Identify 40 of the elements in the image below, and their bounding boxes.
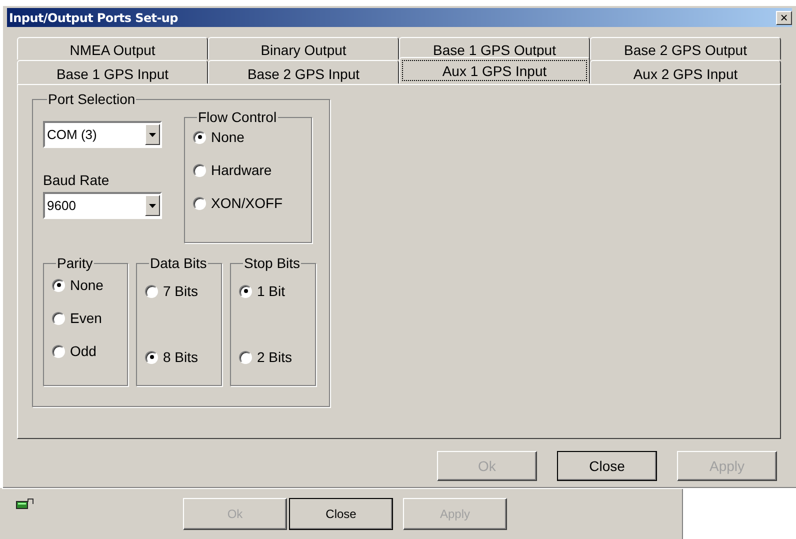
close-button[interactable]: ×	[776, 10, 792, 24]
window-title: Input/Output Ports Set-up	[9, 10, 178, 24]
tab[interactable]: NMEA Output	[17, 37, 208, 60]
radio-button[interactable]	[145, 284, 158, 298]
tab[interactable]: Aux 2 GPS Input	[590, 60, 781, 84]
radio-label: None	[211, 129, 244, 145]
radio-button[interactable]	[193, 130, 206, 144]
network-icon	[16, 498, 34, 510]
radio-label: 7 Bits	[163, 283, 198, 299]
radio-label: Odd	[70, 343, 96, 359]
tab[interactable]: Base 1 GPS Input	[17, 60, 208, 84]
radio-label: 8 Bits	[163, 349, 198, 365]
radio-button[interactable]	[193, 164, 206, 176]
radio-button[interactable]	[239, 284, 252, 298]
radio-label: Hardware	[211, 162, 272, 178]
radio-button[interactable]	[52, 344, 65, 358]
tab[interactable]: Aux 1 GPS Input	[399, 57, 590, 84]
group-title: Data Bits	[149, 255, 208, 271]
dialog-button[interactable]: Close	[557, 451, 657, 481]
radio-button[interactable]	[145, 350, 158, 364]
group-title: Port Selection	[47, 91, 136, 107]
dialog-button[interactable]: Close	[289, 498, 393, 530]
dropdown-field[interactable]: COM (3)	[43, 121, 162, 148]
radio-button[interactable]	[239, 350, 252, 364]
tab[interactable]: Base 2 GPS Input	[208, 60, 399, 84]
radio-label: 2 Bits	[257, 349, 292, 365]
group-title: Parity	[56, 255, 94, 271]
radio-button[interactable]	[52, 312, 65, 324]
radio-button[interactable]	[52, 278, 65, 292]
radio-button[interactable]	[193, 196, 206, 210]
group-title: Stop Bits	[243, 255, 302, 271]
radio-label: XON/XOFF	[211, 195, 283, 211]
tab[interactable]: Binary Output	[208, 37, 399, 60]
radio-label: 1 Bit	[257, 283, 286, 299]
field-label: Baud Rate	[43, 172, 110, 188]
dropdown-field[interactable]: 9600	[43, 192, 162, 219]
radio-label: None	[70, 277, 104, 293]
radio-label: Even	[70, 310, 102, 326]
tab[interactable]: Base 2 GPS Output	[590, 37, 781, 60]
group-title: Flow Control	[197, 109, 278, 125]
